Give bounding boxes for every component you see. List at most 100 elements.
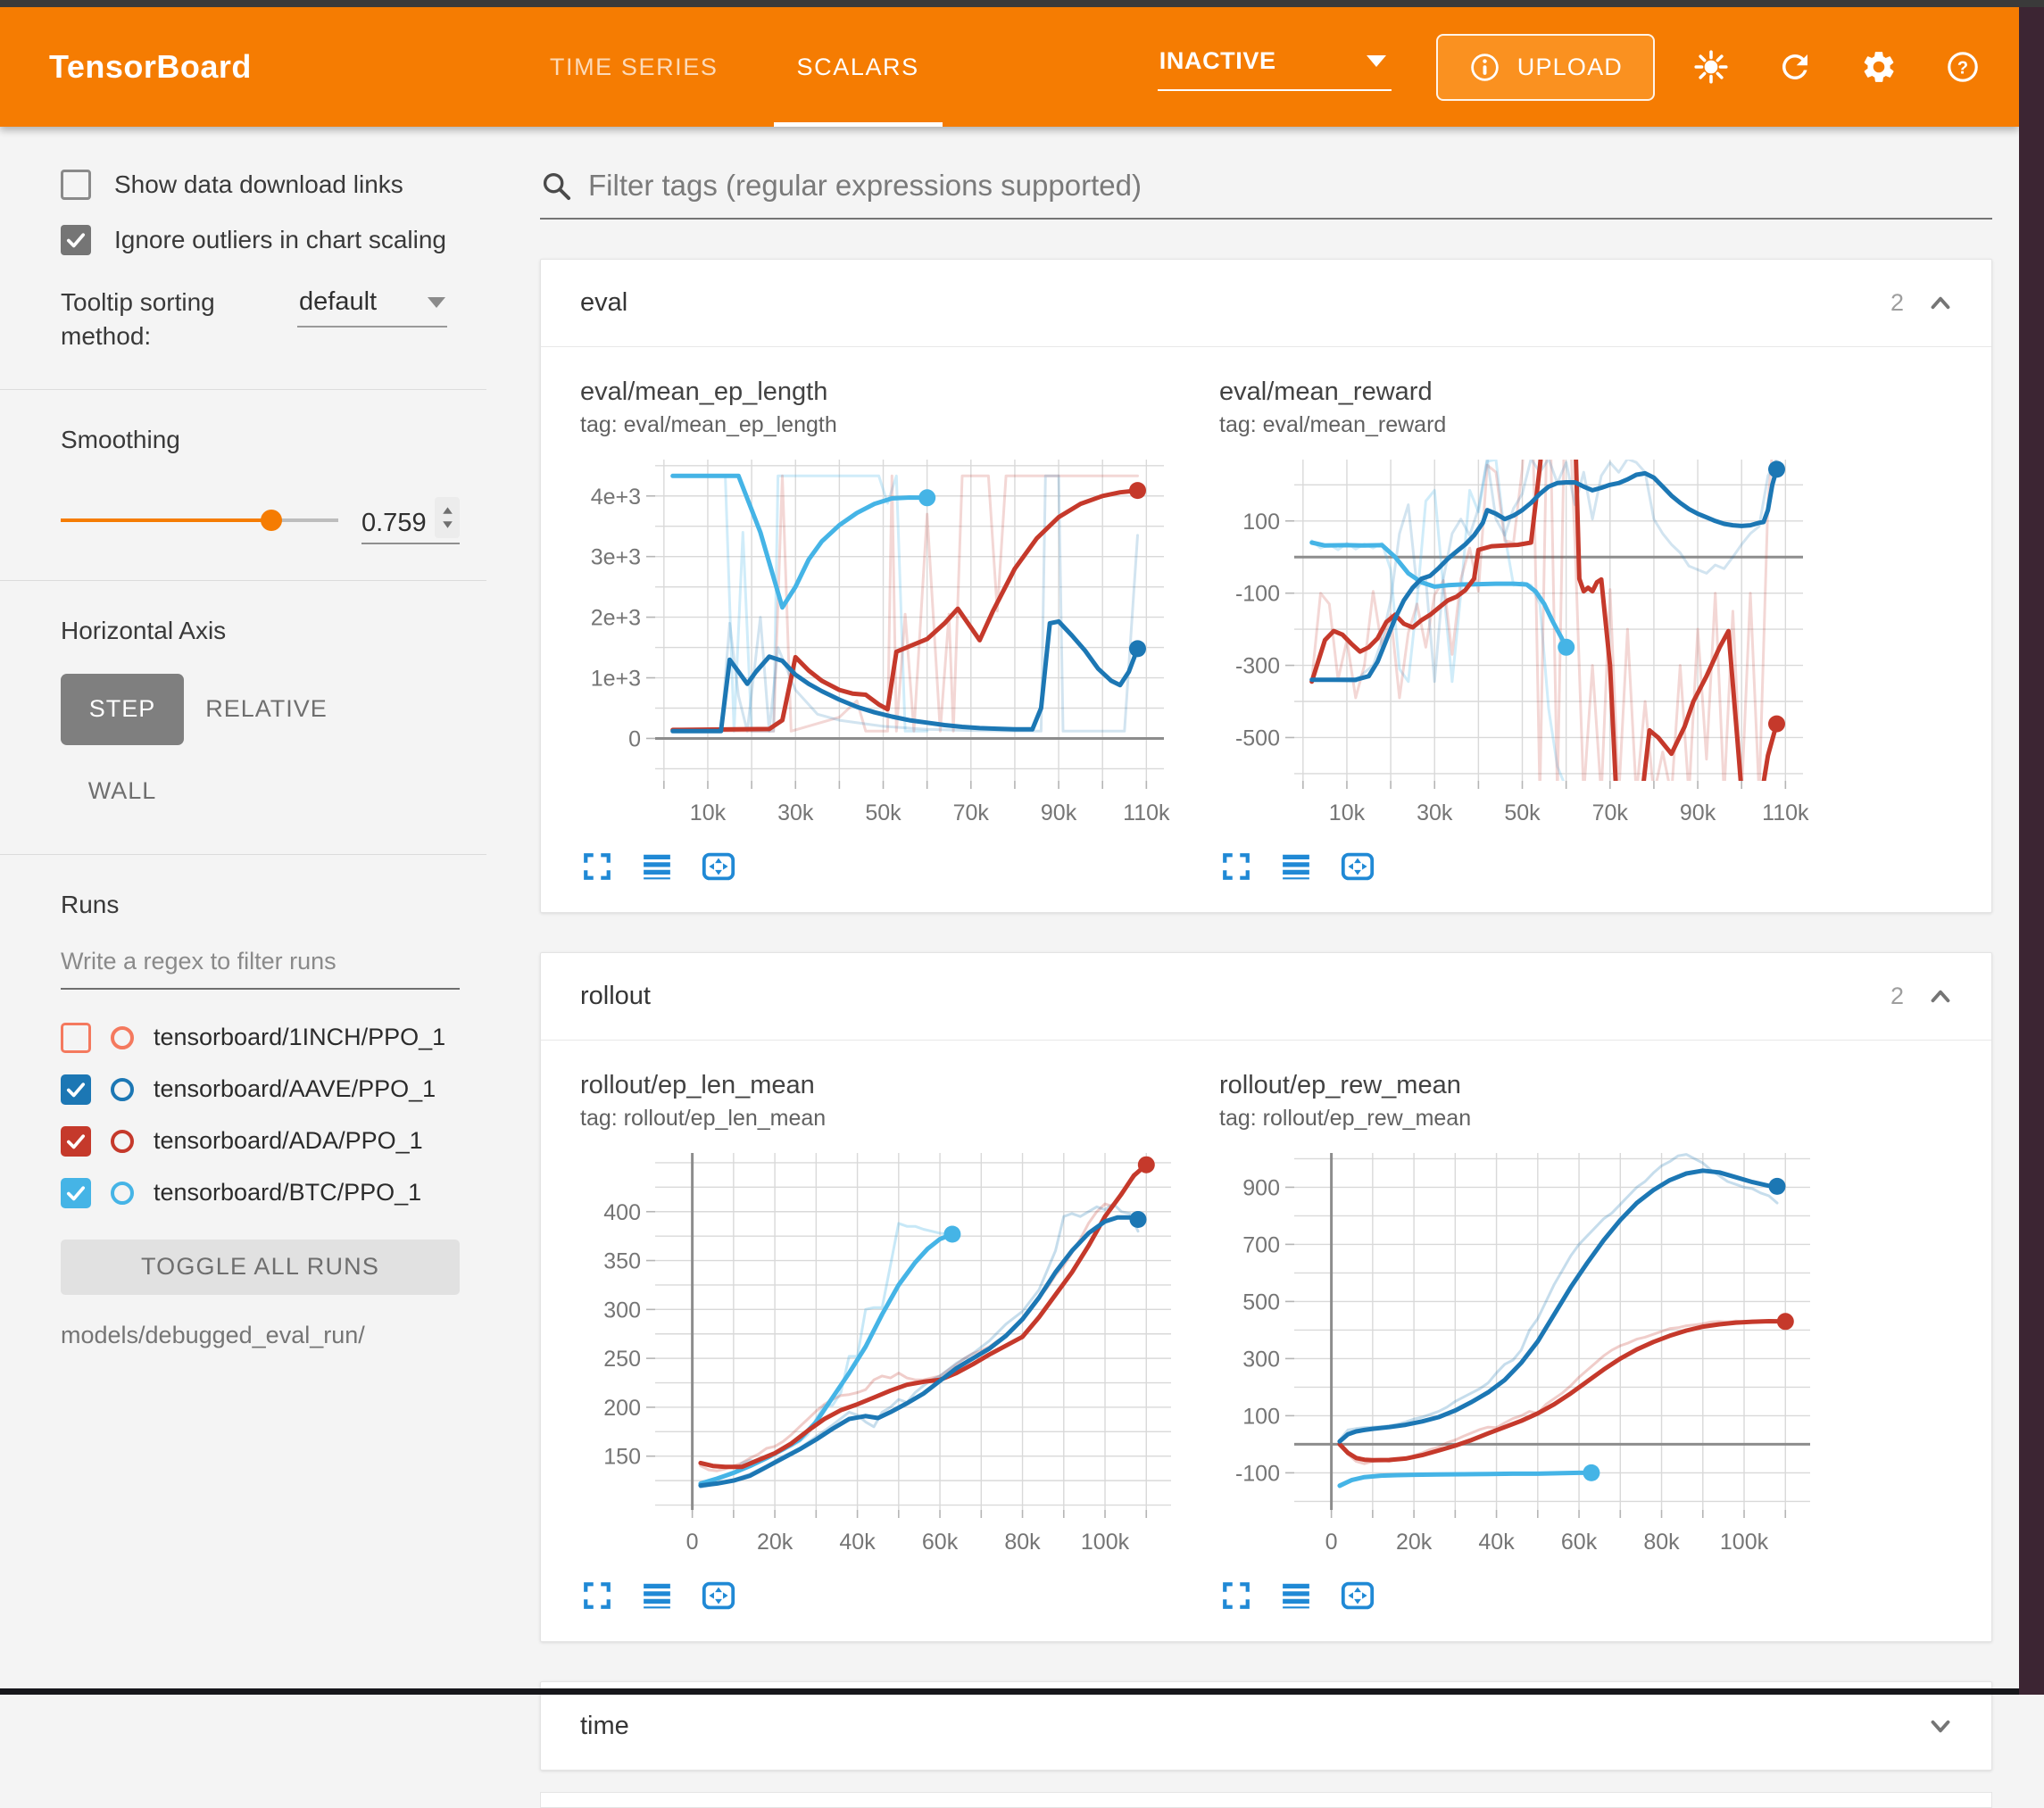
section-card-time: time <box>540 1681 1992 1771</box>
smoothing-value-input[interactable] <box>361 509 429 538</box>
run-checkbox[interactable] <box>61 1074 91 1105</box>
refresh-icon[interactable] <box>1776 48 1814 86</box>
tab-time-series[interactable]: TIME SERIES <box>511 7 758 127</box>
series-line-ada-raw <box>701 1163 1146 1471</box>
series-end-dot-btc-smoothed[interactable] <box>1583 1464 1599 1481</box>
upload-button[interactable]: UPLOAD <box>1436 34 1655 101</box>
smoothing-value-field[interactable] <box>361 497 460 544</box>
section-charts-eval: eval/mean_ep_lengthtag: eval/mean_ep_len… <box>541 347 1991 912</box>
series-line-ada-smoothed <box>701 1165 1146 1467</box>
expand-chart-icon[interactable] <box>1221 851 1251 882</box>
spinner-stepper-icon[interactable] <box>435 497 460 538</box>
y-tick-label: 900 <box>1242 1175 1280 1200</box>
run-row[interactable]: tensorboard/BTC/PPO_1 <box>61 1168 460 1218</box>
collapse-section-icon[interactable] <box>1925 982 1956 1012</box>
y-tick-label: 100 <box>1242 1404 1280 1429</box>
ignore-outliers-checkbox[interactable] <box>61 225 91 255</box>
run-row[interactable]: tensorboard/ADA/PPO_1 <box>61 1116 460 1166</box>
series-line-ada-raw <box>1340 1321 1785 1464</box>
axis-option-step[interactable]: STEP <box>61 674 184 745</box>
chart-data-table-icon[interactable] <box>641 851 673 882</box>
run-checkbox[interactable] <box>61 1126 91 1157</box>
x-tick-label: 100k <box>1720 1530 1769 1555</box>
help-icon[interactable]: ? <box>1944 48 1982 86</box>
smoothing-slider-thumb[interactable] <box>261 510 282 531</box>
y-tick-label: 250 <box>603 1347 641 1372</box>
run-checkbox[interactable] <box>61 1178 91 1208</box>
fit-domain-icon[interactable] <box>1341 1580 1375 1611</box>
ignore-outliers-row[interactable]: Ignore outliers in chart scaling <box>61 225 460 255</box>
series-end-dot-aave-smoothed[interactable] <box>1129 640 1146 657</box>
window-top-edge <box>0 0 2044 7</box>
series-line-aave-raw <box>701 1204 1138 1488</box>
smoothing-slider[interactable] <box>61 518 338 522</box>
series-end-dot-aave-smoothed[interactable] <box>1130 1211 1147 1228</box>
series-end-dot-btc-smoothed[interactable] <box>943 1226 960 1243</box>
chart-data-table-icon[interactable] <box>641 1580 673 1611</box>
runs-filter-input[interactable] <box>61 944 460 990</box>
x-tick-label: 50k <box>865 800 902 825</box>
expand-chart-icon[interactable] <box>1221 1580 1251 1611</box>
tooltip-sorting-dropdown[interactable]: default <box>297 286 447 328</box>
expand-section-icon[interactable] <box>1925 1711 1956 1741</box>
run-label: tensorboard/1INCH/PPO_1 <box>154 1024 445 1051</box>
run-checkbox[interactable] <box>61 1023 91 1053</box>
series-end-dot-ada-smoothed[interactable] <box>1768 716 1785 733</box>
y-tick-label: 100 <box>1242 510 1280 535</box>
show-download-links-checkbox[interactable] <box>61 170 91 200</box>
series-end-dot-btc-smoothed[interactable] <box>918 489 935 506</box>
dashboard-main: eval 2 eval/mean_ep_lengthtag: eval/mean… <box>486 127 2019 1688</box>
axis-option-relative[interactable]: RELATIVE <box>184 674 349 745</box>
x-tick-label: 70k <box>1592 800 1629 825</box>
series-end-dot-aave-smoothed[interactable] <box>1768 460 1785 477</box>
chart-canvas[interactable]: 10k30k50k70k90k110k01e+32e+33e+34e+3 <box>580 449 1178 829</box>
show-download-links-row[interactable]: Show data download links <box>61 170 460 200</box>
chart-data-table-icon[interactable] <box>1280 851 1312 882</box>
x-tick-label: 90k <box>1041 800 1077 825</box>
run-label: tensorboard/BTC/PPO_1 <box>154 1179 421 1207</box>
chart-title: rollout/ep_len_mean <box>580 1071 1207 1100</box>
section-header-eval[interactable]: eval 2 <box>541 260 1991 347</box>
next-section-card-partial <box>540 1792 1992 1808</box>
tag-filter-bar <box>540 168 1992 220</box>
fit-domain-icon[interactable] <box>1341 851 1375 882</box>
axis-option-wall[interactable]: WALL <box>61 765 184 818</box>
series-line-btc-smoothed <box>1340 1472 1591 1485</box>
brightness-icon[interactable] <box>1692 48 1730 86</box>
tag-filter-input[interactable] <box>586 168 1992 203</box>
section-title: rollout <box>580 982 1890 1011</box>
chart-data-table-icon[interactable] <box>1280 1580 1312 1611</box>
chart-canvas[interactable]: 10k30k50k70k90k110k100-100-300-500 <box>1219 449 1817 829</box>
fit-domain-icon[interactable] <box>702 851 735 882</box>
series-end-dot-aave-smoothed[interactable] <box>1769 1178 1786 1195</box>
section-charts-rollout: rollout/ep_len_meantag: rollout/ep_len_m… <box>541 1041 1991 1641</box>
run-row[interactable]: tensorboard/1INCH/PPO_1 <box>61 1013 460 1063</box>
status-dropdown-value: INACTIVE <box>1159 47 1276 75</box>
chart-canvas[interactable]: 020k40k60k80k100k-100100300500700900 <box>1219 1142 1824 1558</box>
chart-title: eval/mean_reward <box>1219 377 1846 407</box>
series-end-dot-btc-smoothed[interactable] <box>1558 639 1575 656</box>
x-tick-label: 0 <box>686 1530 699 1555</box>
series-line-btc-raw <box>701 1223 948 1486</box>
upload-button-label: UPLOAD <box>1517 54 1623 81</box>
y-tick-label: 300 <box>1242 1347 1280 1372</box>
x-tick-label: 110k <box>1123 800 1170 825</box>
expand-chart-icon[interactable] <box>582 851 612 882</box>
y-tick-label: 200 <box>603 1396 641 1421</box>
section-header-time[interactable]: time <box>541 1682 1991 1770</box>
collapse-section-icon[interactable] <box>1925 288 1956 319</box>
series-end-dot-ada-smoothed[interactable] <box>1777 1313 1794 1330</box>
chart-canvas[interactable]: 020k40k60k80k100k150200250300350400 <box>580 1142 1185 1558</box>
run-row[interactable]: tensorboard/AAVE/PPO_1 <box>61 1065 460 1115</box>
toggle-all-runs-button[interactable]: TOGGLE ALL RUNS <box>61 1240 460 1295</box>
series-end-dot-ada-smoothed[interactable] <box>1129 482 1146 499</box>
y-tick-label: 500 <box>1242 1290 1280 1315</box>
info-icon <box>1468 51 1501 84</box>
section-header-rollout[interactable]: rollout 2 <box>541 953 1991 1041</box>
series-end-dot-ada-smoothed[interactable] <box>1138 1157 1155 1174</box>
expand-chart-icon[interactable] <box>582 1580 612 1611</box>
tab-scalars[interactable]: SCALARS <box>758 7 959 127</box>
status-dropdown[interactable]: INACTIVE <box>1158 44 1392 91</box>
fit-domain-icon[interactable] <box>702 1580 735 1611</box>
settings-icon[interactable] <box>1860 48 1898 86</box>
